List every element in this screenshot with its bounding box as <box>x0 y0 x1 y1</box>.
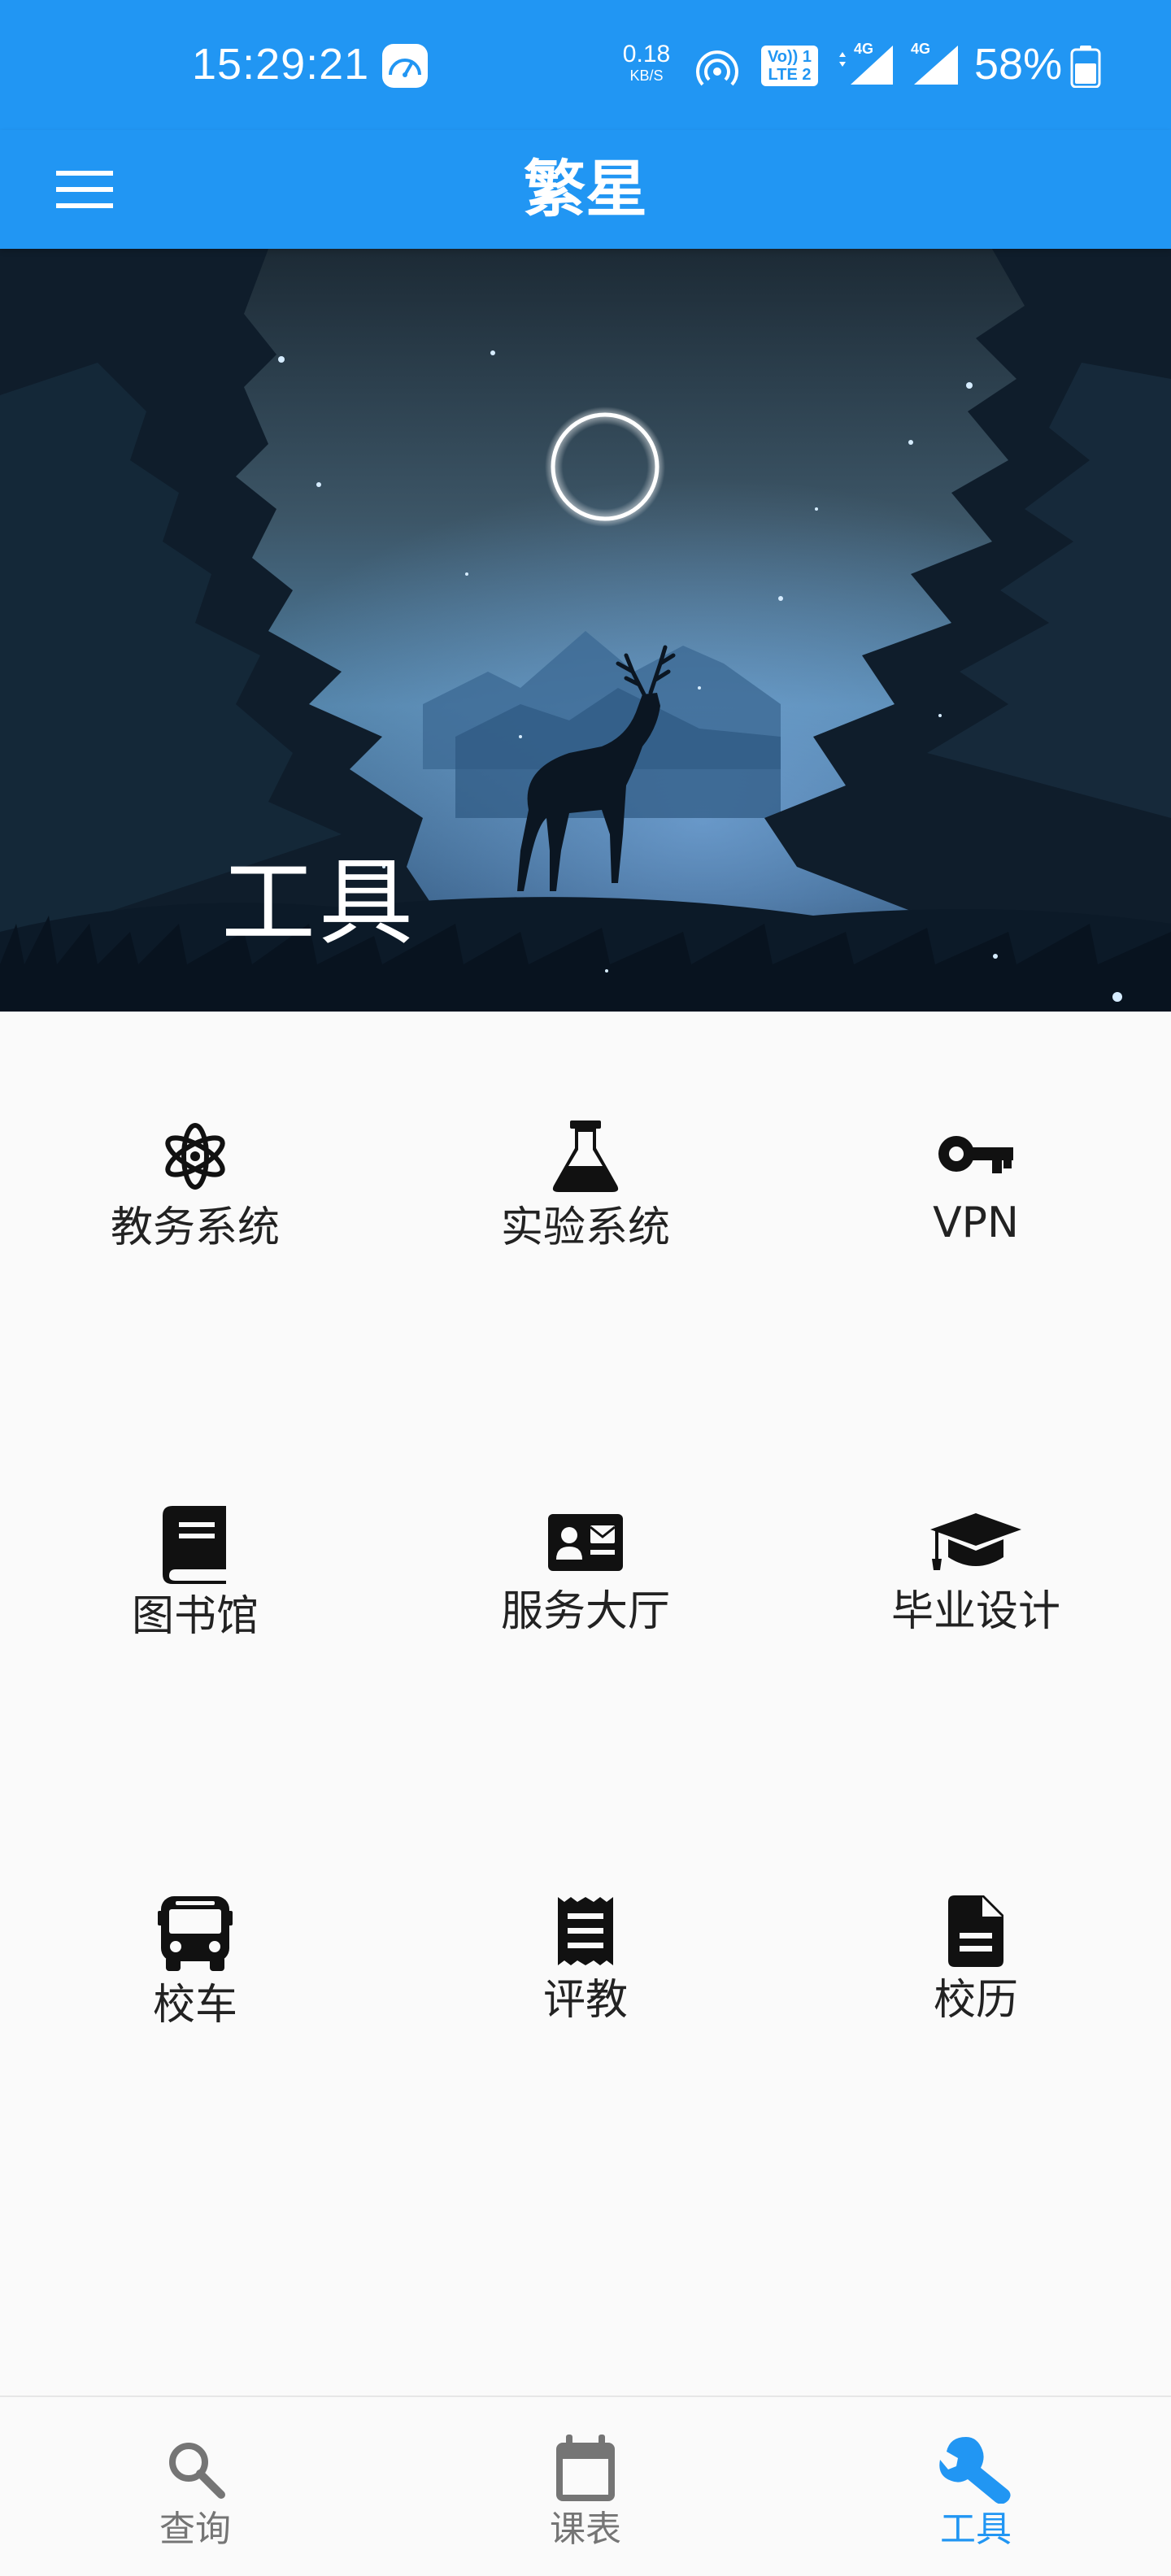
tool-service-hall[interactable]: 服务大厅 <box>390 1400 781 1644</box>
tool-label: 评教 <box>542 1976 628 2025</box>
bottom-navigation: 查询 课表 工具 <box>0 2395 1171 2576</box>
network-speed-value: 0.18 <box>622 41 671 67</box>
hero-illustration <box>0 249 1171 1012</box>
nav-label: 查询 <box>159 2509 231 2550</box>
document-icon <box>927 1895 1025 1968</box>
hero-title: 工具 <box>221 848 416 958</box>
tool-label: 校车 <box>152 1981 237 2030</box>
wrench-icon <box>937 2430 1015 2508</box>
status-time: 15:29:21 <box>192 40 370 89</box>
nav-tab-query[interactable]: 查询 <box>0 2397 390 2576</box>
volte-line-2: LTE 2 <box>768 66 812 84</box>
receipt-icon <box>537 1895 634 1968</box>
app-bar: 繁星 <box>0 130 1171 249</box>
hotspot-icon <box>696 50 738 86</box>
tool-label: 校历 <box>933 1976 1018 2025</box>
hero-banner: 工具 <box>0 249 1171 1012</box>
battery-icon <box>1070 46 1101 88</box>
flask-icon <box>537 1117 634 1195</box>
tool-vpn[interactable]: VPN <box>781 1012 1171 1255</box>
tool-graduation-design[interactable]: 毕业设计 <box>781 1400 1171 1644</box>
tool-label: 图书馆 <box>131 1592 259 1641</box>
network-speed-unit: KB/S <box>629 67 664 84</box>
network-speed: 0.18 KB/S <box>618 41 675 84</box>
tool-school-calendar[interactable]: 校历 <box>781 1789 1171 2033</box>
contact-card-icon <box>537 1506 634 1579</box>
volte-line-1: Vo)) 1 <box>767 48 812 66</box>
nav-label: 工具 <box>940 2509 1012 2550</box>
speedometer-icon <box>382 44 428 88</box>
tool-teaching-evaluation[interactable]: 评教 <box>390 1789 781 2033</box>
nav-tab-timetable[interactable]: 课表 <box>390 2397 781 2576</box>
status-bar: 15:29:21 0.18 KB/S Vo)) 1 LTE 2 4G 4G 58… <box>0 0 1171 130</box>
tool-label: 毕业设计 <box>890 1587 1060 1636</box>
graduation-cap-icon <box>927 1506 1025 1579</box>
tool-academic-system[interactable]: 教务系统 <box>0 1012 390 1255</box>
nav-tab-tools[interactable]: 工具 <box>781 2397 1171 2576</box>
volte-badge: Vo)) 1 LTE 2 <box>761 46 818 86</box>
signal-sim1-type: 4G <box>854 41 874 57</box>
key-icon <box>927 1117 1025 1190</box>
tool-lab-system[interactable]: 实验系统 <box>390 1012 781 1255</box>
signal-sim2-type: 4G <box>911 41 931 57</box>
tool-label: 教务系统 <box>110 1203 280 1252</box>
bus-icon <box>146 1895 244 1973</box>
book-icon <box>146 1506 244 1584</box>
tool-label: 实验系统 <box>500 1203 670 1252</box>
atom-icon <box>146 1117 244 1195</box>
nav-label: 课表 <box>550 2509 621 2550</box>
page-title: 繁星 <box>524 153 647 225</box>
tool-library[interactable]: 图书馆 <box>0 1400 390 1644</box>
tool-label: 服务大厅 <box>500 1587 670 1636</box>
calendar-icon <box>546 2430 625 2508</box>
tool-label: VPN <box>933 1199 1019 1247</box>
battery-percent: 58% <box>974 40 1063 89</box>
search-icon <box>156 2430 234 2508</box>
tool-school-bus[interactable]: 校车 <box>0 1789 390 2033</box>
